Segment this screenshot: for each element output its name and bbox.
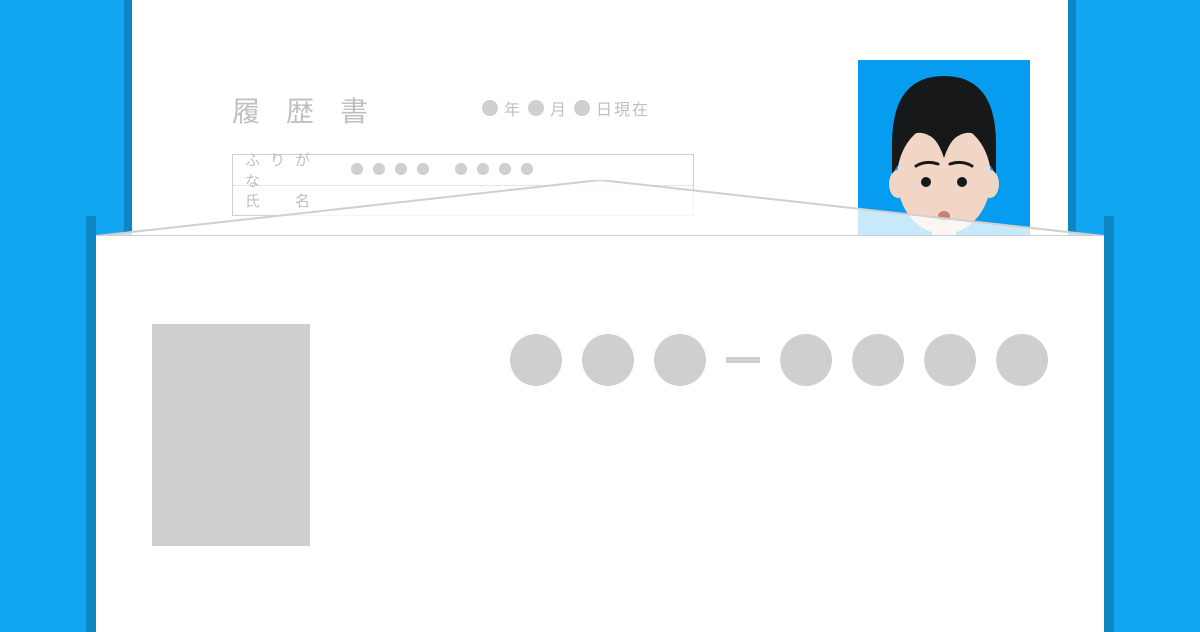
postal-digit (582, 334, 634, 386)
placeholder-dots (351, 162, 439, 179)
id-photo (858, 60, 1030, 256)
placeholder-dots (455, 162, 543, 179)
resume-date-line: 年 月 日現在 (482, 96, 650, 120)
resume-row-furigana: ふりがな (233, 155, 693, 185)
avatar-icon (858, 60, 1030, 256)
envelope-shadow-left (86, 216, 96, 632)
placeholder-dot (528, 100, 544, 116)
postal-digit (924, 334, 976, 386)
label-day-suffix: 日現在 (596, 96, 650, 120)
postal-digit (780, 334, 832, 386)
postal-digit (654, 334, 706, 386)
label-month: 月 (550, 96, 568, 120)
postal-digit (996, 334, 1048, 386)
resume-title: 履歴書 (232, 90, 394, 130)
stamp-placeholder (152, 324, 310, 546)
label-furigana: ふりがな (245, 149, 335, 191)
envelope (96, 236, 1104, 632)
placeholder-dot (482, 100, 498, 116)
label-name: 氏 名 (245, 190, 335, 211)
postal-digit (510, 334, 562, 386)
resume-table: ふりがな 氏 名 (232, 154, 694, 216)
postal-digit (852, 334, 904, 386)
postal-code (510, 334, 1048, 386)
envelope-content (152, 324, 1048, 546)
placeholder-dot (574, 100, 590, 116)
envelope-shadow-right (1104, 216, 1114, 632)
postal-dash (726, 357, 760, 363)
label-year: 年 (504, 96, 522, 120)
resume-row-name: 氏 名 (233, 185, 693, 215)
